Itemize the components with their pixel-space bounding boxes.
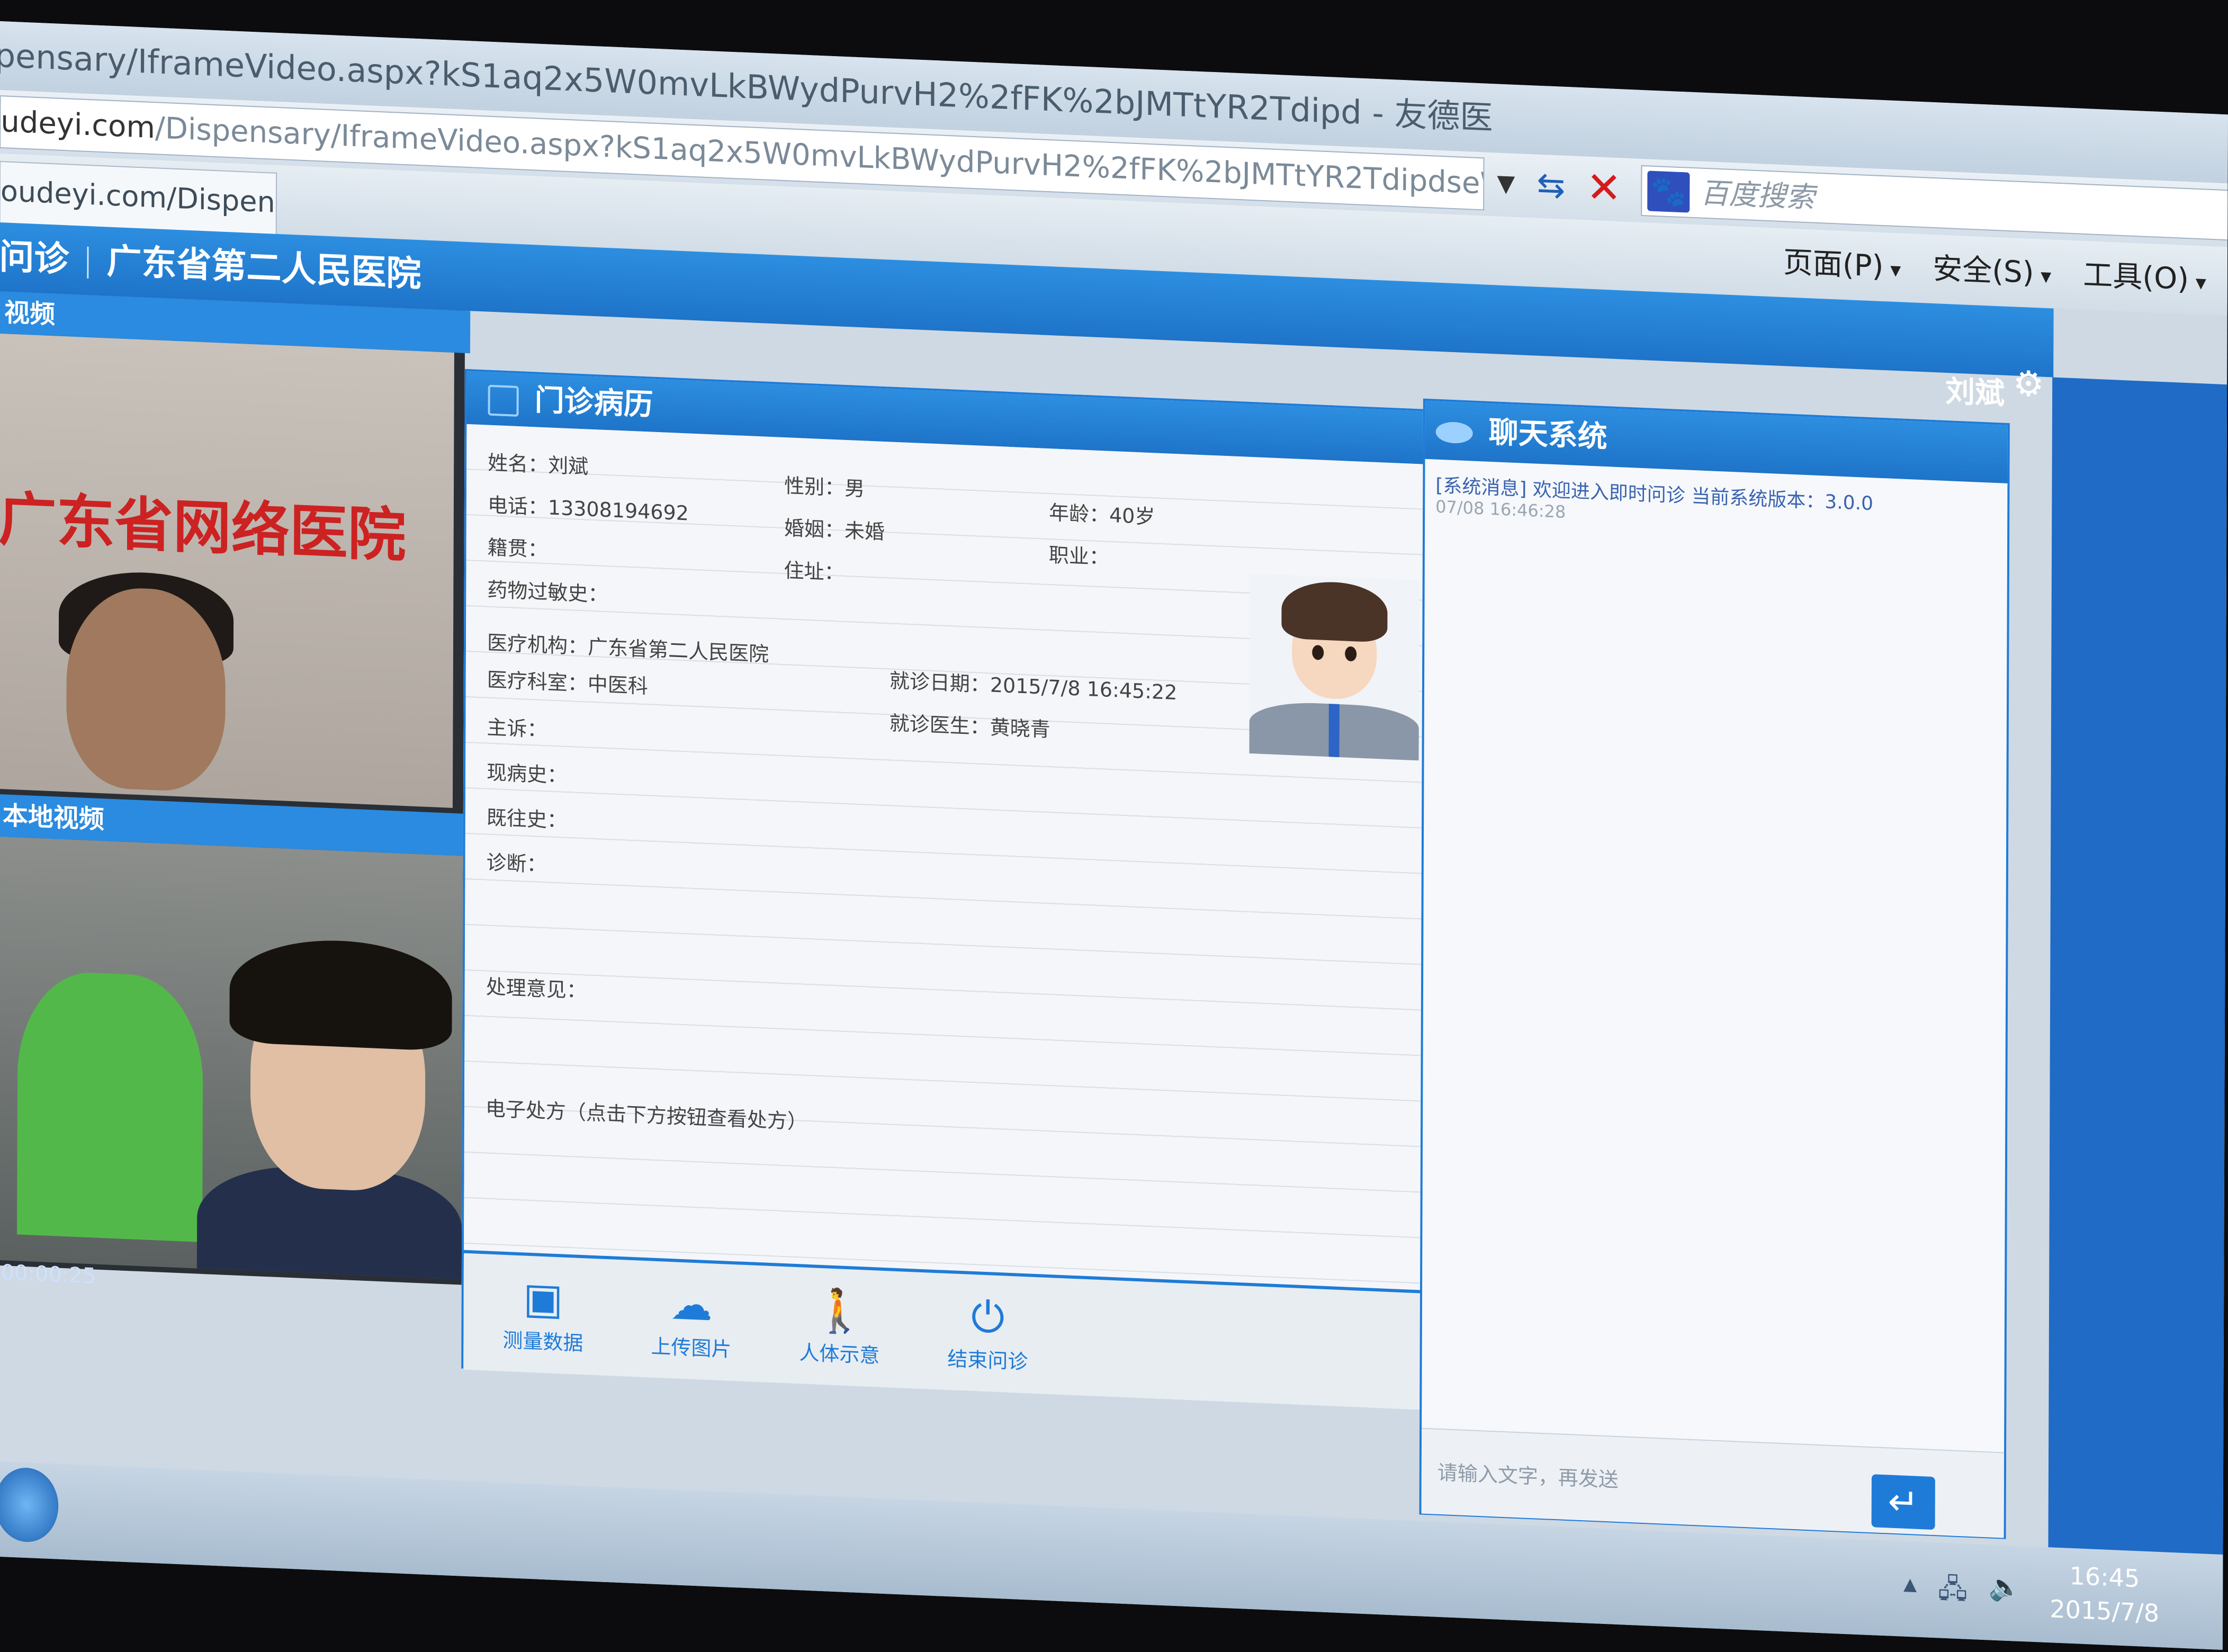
search-placeholder: 百度搜索	[1700, 176, 1815, 214]
field-visit-date: 就诊日期：2015/7/8 16:45:22	[889, 669, 1178, 705]
field-present-history[interactable]: 现病史：	[487, 756, 567, 788]
body-diagram-button[interactable]: 🚶 人体示意	[781, 1282, 898, 1369]
chat-header: 聊天系统	[1425, 400, 2008, 483]
chat-input[interactable]: 请输入文字，再发送 ↵	[1421, 1427, 2005, 1538]
bystander	[17, 969, 203, 1243]
field-complaint[interactable]: 主诉：	[487, 711, 547, 743]
right-background	[2047, 377, 2227, 1650]
avatar-eye	[1312, 644, 1324, 660]
taskbar-clock[interactable]: 16:45 2015/7/8	[2050, 1558, 2159, 1630]
baidu-paw-icon: 🐾	[1647, 170, 1690, 213]
record-title: 门诊病历	[534, 383, 653, 423]
send-button[interactable]: ↵	[1871, 1474, 1935, 1530]
local-video	[0, 836, 463, 1280]
medical-record-panel: 门诊病历 姓名：刘斌 性别：男 年龄：40岁 电话：13308194692 婚姻…	[461, 369, 1427, 1410]
upload-image-button[interactable]: ☁ 上传图片	[633, 1276, 750, 1363]
chat-panel: 聊天系统 [系统消息] 欢迎进入即时问诊 当前系统版本：3.0.0 07/08 …	[1419, 398, 2010, 1539]
field-past-history[interactable]: 既往史：	[487, 801, 567, 833]
header-divider	[87, 246, 89, 279]
field-job: 职业：	[1048, 543, 1109, 569]
avatar-tie	[1328, 704, 1340, 758]
field-phone: 电话：13308194692	[487, 493, 689, 525]
patient-hair	[229, 936, 453, 1052]
network-icon[interactable]: 🖧	[1938, 1569, 1968, 1615]
field-opinion[interactable]: 处理意见：	[486, 970, 587, 1003]
tray-arrow-icon[interactable]: ▴	[1903, 1568, 1917, 1613]
chat-title: 聊天系统	[1488, 415, 1607, 455]
start-button[interactable]	[0, 1466, 59, 1543]
field-marriage: 婚姻：未婚	[784, 516, 885, 544]
cloud-upload-icon: ☁	[670, 1279, 713, 1331]
menu-page[interactable]: 页面(P)	[1783, 228, 1901, 302]
field-address: 住址：	[784, 559, 845, 585]
field-age: 年龄：40岁	[1048, 501, 1155, 529]
remote-sign: 广东省网络医院	[0, 484, 406, 570]
chat-input-placeholder: 请输入文字，再发送	[1437, 1460, 1619, 1492]
avatar-eye	[1345, 646, 1357, 662]
menu-safety[interactable]: 安全(S)	[1933, 235, 2051, 308]
field-department: 医疗科室：中医科	[487, 668, 648, 698]
clock-date: 2015/7/8	[2050, 1594, 2160, 1628]
upload-image-label: 上传图片	[651, 1334, 732, 1361]
clipboard-icon: ▣	[523, 1273, 563, 1324]
field-allergy: 药物过敏史：	[487, 578, 608, 607]
record-body: 姓名：刘斌 性别：男 年龄：40岁 电话：13308194692 婚姻：未婚 职…	[464, 424, 1425, 1290]
video-panel: 视频 广东省网络医院 本地视频 00:00:25	[0, 291, 471, 1289]
address-host: udeyi.com	[1, 104, 156, 146]
clock-time: 16:45	[2069, 1561, 2140, 1593]
system-tray: ▴ 🖧 🔈	[1903, 1568, 2022, 1618]
measure-data-label: 测量数据	[502, 1328, 583, 1355]
hospital-name: 广东省第二人民医院	[106, 240, 421, 295]
menu-tools[interactable]: 工具(O)	[2083, 241, 2206, 315]
monitor-screen: pensary/IframeVideo.aspx?kS1aq2x5W0mvLkB…	[0, 21, 2228, 1650]
remote-video: 广东省网络医院	[0, 333, 454, 808]
patient-avatar	[1249, 573, 1420, 761]
field-name: 姓名：刘斌	[488, 451, 589, 479]
volume-icon[interactable]: 🔈	[1989, 1571, 2022, 1618]
gear-icon[interactable]: ⚙	[2010, 363, 2047, 405]
person-icon: 🚶	[813, 1285, 866, 1337]
section-title: 问诊	[0, 236, 69, 280]
avatar-hair	[1281, 580, 1388, 643]
field-gender: 性别：男	[784, 474, 865, 501]
end-consultation-button[interactable]: ⏻ 结束问诊	[929, 1289, 1046, 1376]
stop-icon[interactable]: ✕	[1577, 163, 1630, 213]
power-icon: ⏻	[971, 1291, 1005, 1343]
call-timer: 00:00:25	[1, 1260, 96, 1289]
refresh-icon[interactable]: ⇆	[1524, 161, 1577, 210]
measure-data-button[interactable]: ▣ 测量数据	[484, 1270, 601, 1357]
address-dropdown-icon[interactable]: ▼	[1487, 160, 1524, 208]
field-diagnosis[interactable]: 诊断：	[487, 846, 547, 878]
field-origin: 籍贯：	[487, 535, 548, 562]
body-diagram-label: 人体示意	[799, 1341, 880, 1368]
field-prescription: 电子处方（点击下方按钮查看处方）	[485, 1097, 808, 1134]
field-doctor: 就诊医生：黄晓青	[889, 711, 1050, 742]
field-institution: 医疗机构：广东省第二人民医院	[487, 631, 769, 666]
record-icon	[488, 384, 519, 417]
chat-bubble-icon	[1435, 421, 1473, 444]
current-user: 刘斌	[1945, 374, 2005, 411]
end-consultation-label: 结束问诊	[947, 1347, 1028, 1374]
